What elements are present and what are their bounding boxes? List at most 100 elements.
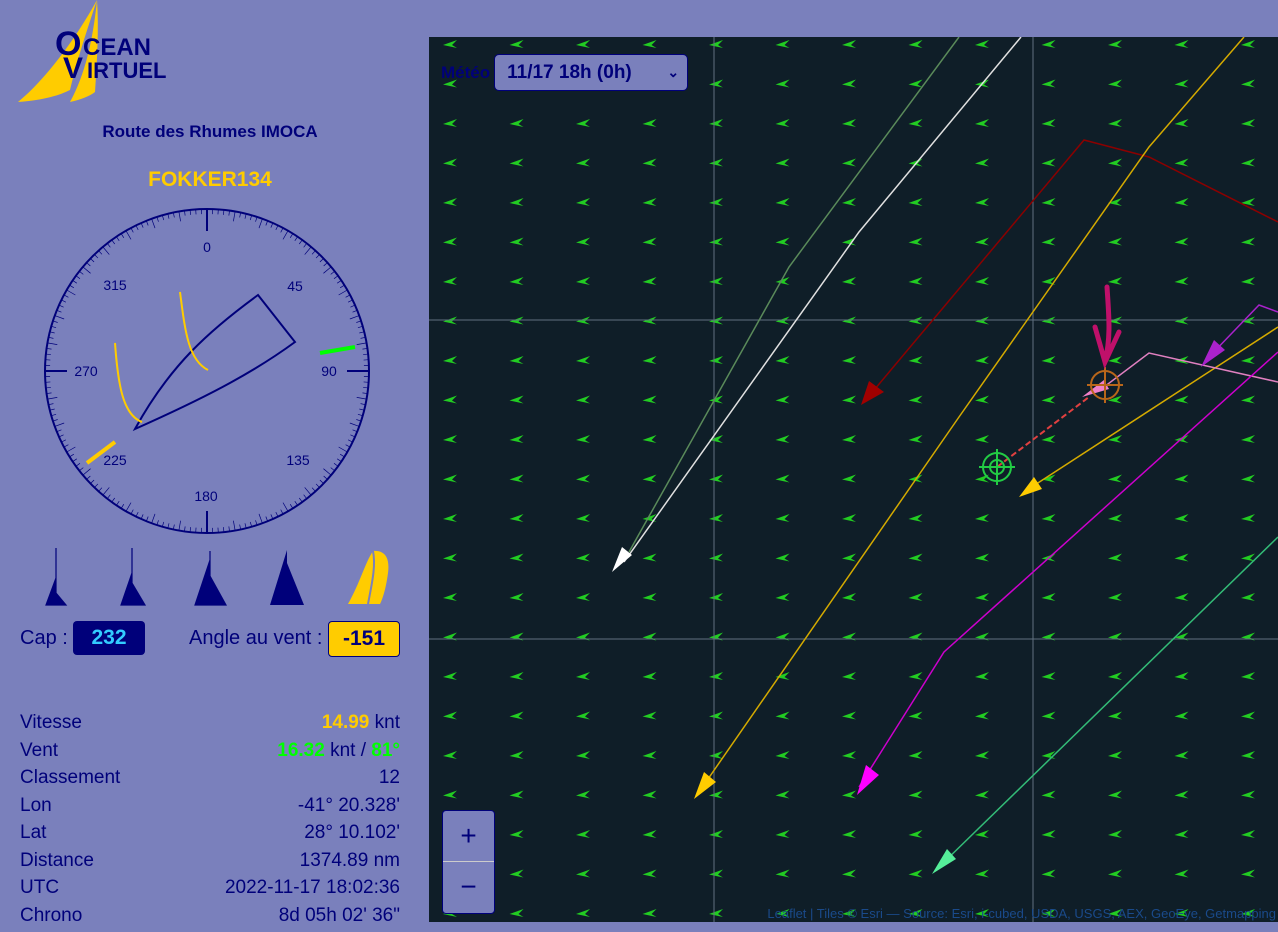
wind-arrow-icon — [709, 356, 723, 364]
wind-arrow-icon — [576, 119, 590, 127]
compass-label-225: 225 — [103, 452, 127, 468]
wind-arrow-icon — [1108, 514, 1122, 522]
cap-input[interactable]: 232 — [73, 621, 145, 655]
compass-tick — [283, 231, 288, 240]
compass-tick — [350, 423, 359, 426]
compass-tick — [259, 219, 262, 228]
compass-tick — [152, 219, 155, 228]
ocean-virtuel-logo: O CEAN V IRTUEL — [15, 0, 245, 105]
wind-arrow-icon — [510, 277, 524, 285]
cap-label: Cap : — [20, 627, 68, 650]
wind-arrow-icon — [576, 672, 590, 680]
wind-arrow-icon — [643, 119, 657, 127]
wind-arrow-icon — [443, 593, 457, 601]
graticule — [429, 37, 1278, 922]
wind-arrows — [443, 40, 1255, 917]
wind-arrow-icon — [510, 514, 524, 522]
wind-arrow-icon — [510, 593, 524, 601]
sail-spi-icon[interactable] — [118, 548, 148, 608]
boat-yellow-2-icon[interactable] — [1019, 477, 1042, 497]
wind-arrow-icon — [576, 830, 590, 838]
map-attribution[interactable]: Leaflet | Tiles © Esri — Source: Esri, i… — [765, 905, 1278, 922]
track-seagreen — [939, 537, 1278, 867]
wind-arrow-icon — [1241, 791, 1255, 799]
wind-arrow-icon — [909, 198, 923, 206]
wind-arrow-icon — [1042, 40, 1056, 48]
wind-arrow-icon — [576, 514, 590, 522]
meteo-control: Météo 11/17 18h (0h)⌄ — [441, 54, 688, 91]
wind-arrow-icon — [1108, 40, 1122, 48]
zoom-out-button[interactable]: − — [443, 862, 494, 912]
wind-arrow-icon — [576, 396, 590, 404]
wind-arrow-icon — [709, 830, 723, 838]
wind-arrow-icon — [1241, 830, 1255, 838]
map[interactable]: Météo 11/17 18h (0h)⌄ + − Leaflet | Tile… — [429, 37, 1278, 922]
wind-arrow-icon — [1241, 356, 1255, 364]
compass: 0 45 90 135 180 225 270 315 — [40, 205, 375, 540]
sail-light-jib-icon[interactable] — [267, 548, 307, 608]
compass-tick — [47, 343, 57, 345]
wind-arrow-icon — [776, 435, 790, 443]
wind-arrow-icon — [1042, 435, 1056, 443]
wind-arrow-icon — [709, 751, 723, 759]
wind-arrow-icon — [975, 435, 989, 443]
wind-arrow-icon — [776, 712, 790, 720]
wind-arrow-icon — [1108, 791, 1122, 799]
wind-arrow-icon — [1175, 396, 1189, 404]
boat-seagreen-icon[interactable] — [932, 849, 956, 874]
wind-arrow-icon — [576, 791, 590, 799]
boat-name: FOKKER134 — [0, 168, 420, 192]
wind-arrow-icon — [510, 791, 524, 799]
wind-arrow-icon — [1175, 159, 1189, 167]
wind-arrow-icon — [1241, 238, 1255, 246]
sail-jib-icon[interactable] — [44, 548, 68, 608]
wind-arrow-icon — [909, 40, 923, 48]
boat-darkred-icon[interactable] — [861, 381, 884, 405]
wind-arrow-icon — [842, 870, 856, 878]
lon-value: -41° 20.328' — [298, 795, 400, 823]
wind-arrow-icon — [643, 672, 657, 680]
wind-arrow-icon — [1042, 80, 1056, 88]
compass-label-180: 180 — [194, 488, 218, 504]
wind-arrow-icon — [1042, 593, 1056, 601]
wind-arrow-icon — [510, 712, 524, 720]
wind-arrow-icon — [842, 514, 856, 522]
compass-tick — [179, 521, 181, 531]
wind-arrow-icon — [776, 356, 790, 364]
stat-chrono: Chrono8d 05h 02' 36" — [20, 905, 400, 932]
wind-arrow-icon — [709, 672, 723, 680]
wind-arrow-icon — [709, 198, 723, 206]
wind-arrow-icon — [443, 119, 457, 127]
compass-tick — [152, 514, 155, 523]
wind-arrow-icon — [1042, 198, 1056, 206]
wind-arrow-icon — [510, 909, 524, 917]
wind-arrow-icon — [776, 870, 790, 878]
wind-arrow-icon — [842, 593, 856, 601]
zoom-in-button[interactable]: + — [443, 811, 494, 862]
compass-tick — [103, 247, 109, 255]
distance-value: 1374.89 nm — [300, 850, 400, 878]
sail-staysail-icon[interactable] — [193, 548, 229, 608]
wind-arrow-icon — [576, 475, 590, 483]
meteo-select[interactable]: 11/17 18h (0h)⌄ — [494, 54, 688, 91]
wind-arrow-icon — [842, 830, 856, 838]
map-layer[interactable] — [429, 37, 1278, 922]
wind-arrow-icon — [1241, 119, 1255, 127]
wind-arrow-icon — [842, 475, 856, 483]
wind-arrow-icon — [643, 593, 657, 601]
wind-arrow-icon — [975, 751, 989, 759]
compass-label-135: 135 — [286, 452, 310, 468]
wind-arrow-icon — [576, 712, 590, 720]
stat-lon: Lon-41° 20.328' — [20, 795, 400, 823]
twa-input[interactable]: -151 — [328, 621, 400, 657]
wind-arrow-icon — [1175, 791, 1189, 799]
wind-arrow-icon — [643, 791, 657, 799]
boat-magenta-icon[interactable] — [857, 765, 879, 795]
compass-tick — [233, 211, 235, 221]
wind-arrow-icon — [443, 159, 457, 167]
compass-tick — [67, 290, 76, 295]
wind-arrow-icon — [1175, 712, 1189, 720]
wind-arrow-icon — [643, 909, 657, 917]
wind-arrow-icon — [643, 475, 657, 483]
sail-code0-icon[interactable] — [340, 548, 392, 608]
